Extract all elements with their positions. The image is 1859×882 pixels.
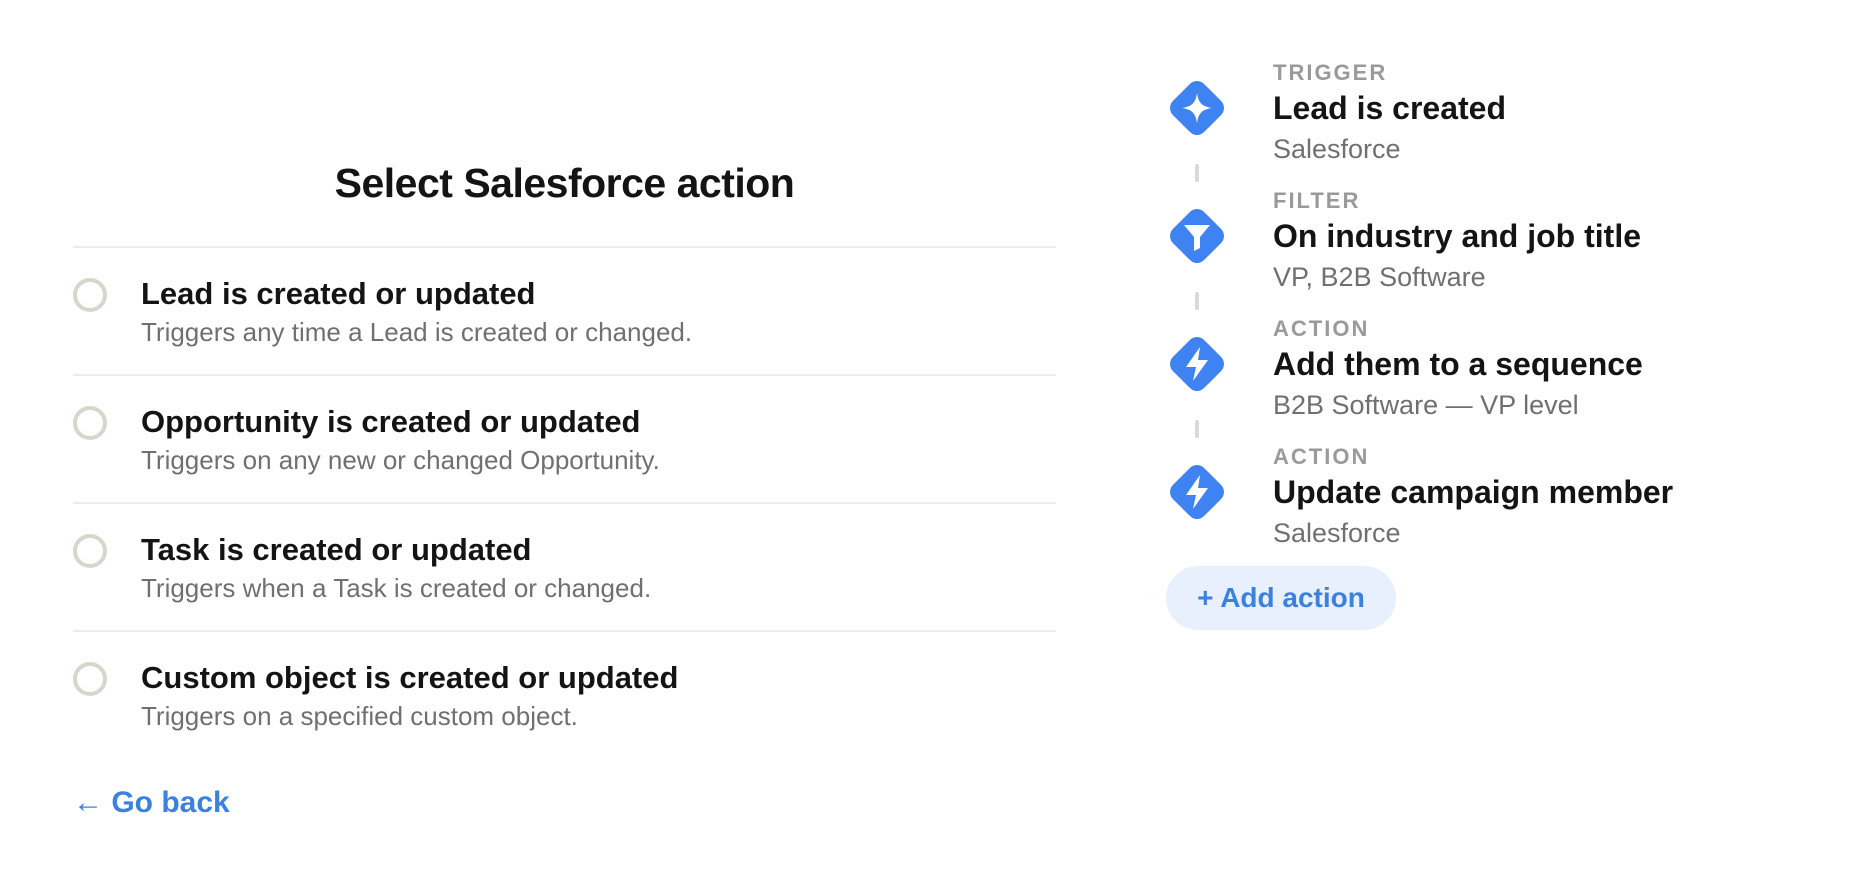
step-subtitle: Salesforce bbox=[1273, 518, 1401, 548]
option-description: Triggers when a Task is created or chang… bbox=[141, 573, 652, 603]
step-kind: ACTION bbox=[1273, 444, 1370, 469]
radio-button[interactable] bbox=[73, 278, 107, 312]
sparkle-icon bbox=[1165, 76, 1229, 140]
step-title: Lead is created bbox=[1273, 90, 1506, 126]
step-subtitle: Salesforce bbox=[1273, 134, 1401, 164]
workflow-steps: TRIGGER Lead is created Salesforce FILTE… bbox=[1160, 58, 1820, 570]
option-title: Lead is created or updated bbox=[141, 276, 536, 311]
workflow-step-filter[interactable]: FILTER On industry and job title VP, B2B… bbox=[1160, 186, 1820, 314]
step-connector bbox=[1195, 164, 1199, 182]
options-list: Lead is created or updated Triggers any … bbox=[73, 246, 1056, 758]
option-lead[interactable]: Lead is created or updated Triggers any … bbox=[73, 248, 1056, 376]
workflow-step-trigger[interactable]: TRIGGER Lead is created Salesforce bbox=[1160, 58, 1820, 186]
option-title: Custom object is created or updated bbox=[141, 660, 679, 695]
step-kind: ACTION bbox=[1273, 316, 1370, 341]
funnel-icon bbox=[1165, 204, 1229, 268]
add-action-button[interactable]: + Add action bbox=[1166, 566, 1396, 630]
step-title: Add them to a sequence bbox=[1273, 346, 1643, 382]
lightning-icon bbox=[1165, 460, 1229, 524]
page-title: Select Salesforce action bbox=[334, 160, 795, 206]
step-connector bbox=[1195, 420, 1199, 438]
option-title: Task is created or updated bbox=[141, 532, 532, 567]
radio-button[interactable] bbox=[73, 406, 107, 440]
go-back-link[interactable]: ← Go back bbox=[73, 786, 230, 820]
option-title: Opportunity is created or updated bbox=[141, 404, 641, 439]
action-selector-panel: Select Salesforce action Lead is created… bbox=[73, 0, 1056, 882]
option-custom-object[interactable]: Custom object is created or updated Trig… bbox=[73, 632, 1056, 758]
step-kind: TRIGGER bbox=[1273, 60, 1388, 85]
page: Select Salesforce action Lead is created… bbox=[0, 0, 1859, 882]
step-subtitle: B2B Software — VP level bbox=[1273, 390, 1579, 420]
lightning-icon bbox=[1165, 332, 1229, 396]
step-title: Update campaign member bbox=[1273, 474, 1674, 510]
option-description: Triggers any time a Lead is created or c… bbox=[141, 317, 693, 347]
radio-button[interactable] bbox=[73, 662, 107, 696]
option-description: Triggers on any new or changed Opportuni… bbox=[141, 445, 660, 475]
step-kind: FILTER bbox=[1273, 188, 1361, 213]
option-description: Triggers on a specified custom object. bbox=[141, 701, 578, 731]
radio-button[interactable] bbox=[73, 534, 107, 568]
workflow-step-action-sequence[interactable]: ACTION Add them to a sequence B2B Softwa… bbox=[1160, 314, 1820, 442]
step-title: On industry and job title bbox=[1273, 218, 1641, 254]
option-opportunity[interactable]: Opportunity is created or updated Trigge… bbox=[73, 376, 1056, 504]
step-connector bbox=[1195, 292, 1199, 310]
step-subtitle: VP, B2B Software bbox=[1273, 262, 1486, 292]
workflow-step-action-campaign[interactable]: ACTION Update campaign member Salesforce bbox=[1160, 442, 1820, 570]
option-task[interactable]: Task is created or updated Triggers when… bbox=[73, 504, 1056, 632]
